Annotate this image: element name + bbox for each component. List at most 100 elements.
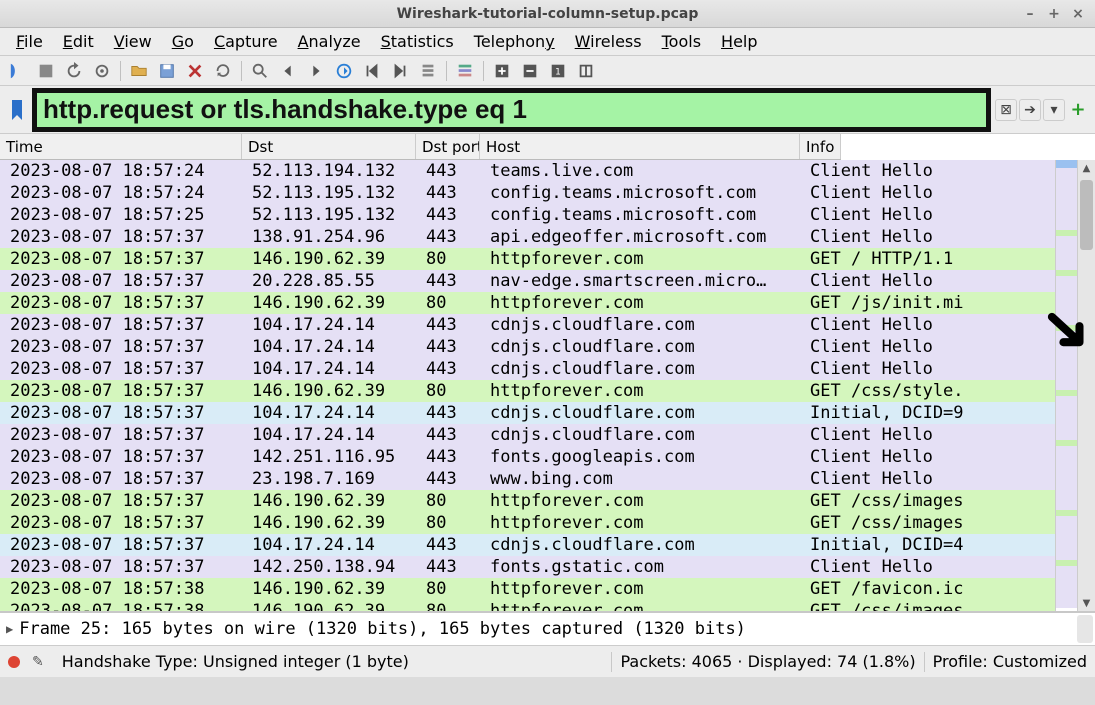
cell-time: 2023-08-07 18:57:37 (0, 512, 242, 534)
table-row[interactable]: 2023-08-07 18:57:37146.190.62.3980httpfo… (0, 380, 1077, 402)
expert-info-icon[interactable] (8, 656, 20, 668)
column-header-host[interactable]: Host (480, 134, 800, 159)
filter-clear-icon[interactable]: ⊠ (995, 99, 1017, 121)
menu-go[interactable]: Go (162, 29, 204, 54)
save-file-icon[interactable] (155, 59, 179, 83)
table-row[interactable]: 2023-08-07 18:57:2452.113.195.132443conf… (0, 182, 1077, 204)
resize-columns-icon[interactable] (574, 59, 598, 83)
filter-bookmark-icon[interactable] (6, 90, 28, 130)
cell-time: 2023-08-07 18:57:37 (0, 402, 242, 424)
zoom-in-icon[interactable] (490, 59, 514, 83)
table-row[interactable]: 2023-08-07 18:57:37104.17.24.14443cdnjs.… (0, 358, 1077, 380)
column-header-port[interactable]: Dst port (416, 134, 480, 159)
scroll-thumb[interactable] (1080, 180, 1093, 250)
find-packet-icon[interactable] (248, 59, 272, 83)
filter-dropdown-icon[interactable]: ▾ (1043, 99, 1065, 121)
cell-info: GET /css/images (800, 490, 1077, 512)
table-row[interactable]: 2023-08-07 18:57:37146.190.62.3980httpfo… (0, 292, 1077, 314)
start-capture-icon[interactable] (6, 59, 30, 83)
table-row[interactable]: 2023-08-07 18:57:37138.91.254.96443api.e… (0, 226, 1077, 248)
menu-analyze[interactable]: Analyze (288, 29, 371, 54)
cell-time: 2023-08-07 18:57:37 (0, 226, 242, 248)
close-button[interactable]: × (1067, 5, 1089, 23)
menu-help[interactable]: Help (711, 29, 767, 54)
capture-options-icon[interactable] (90, 59, 114, 83)
reload-file-icon[interactable] (211, 59, 235, 83)
go-last-icon[interactable] (388, 59, 412, 83)
go-forward-icon[interactable] (304, 59, 328, 83)
minimize-button[interactable]: – (1019, 5, 1041, 23)
table-row[interactable]: 2023-08-07 18:57:37104.17.24.14443cdnjs.… (0, 534, 1077, 556)
table-row[interactable]: 2023-08-07 18:57:38146.190.62.3980httpfo… (0, 600, 1077, 611)
menu-wireless[interactable]: Wireless (565, 29, 652, 54)
menu-tools[interactable]: Tools (652, 29, 711, 54)
cell-dst: 104.17.24.14 (242, 424, 416, 446)
go-back-icon[interactable] (276, 59, 300, 83)
cell-host: config.teams.microsoft.com (480, 204, 800, 226)
close-file-icon[interactable] (183, 59, 207, 83)
scroll-up-icon[interactable]: ▲ (1078, 160, 1095, 176)
menu-view[interactable]: View (104, 29, 162, 54)
stop-capture-icon[interactable] (34, 59, 58, 83)
table-row[interactable]: 2023-08-07 18:57:37146.190.62.3980httpfo… (0, 512, 1077, 534)
menu-file[interactable]: File (6, 29, 53, 54)
filter-add-icon[interactable]: + (1067, 99, 1089, 121)
cell-host: fonts.googleapis.com (480, 446, 800, 468)
menu-telephony[interactable]: Telephony (464, 29, 565, 54)
table-row[interactable]: 2023-08-07 18:57:37104.17.24.14443cdnjs.… (0, 424, 1077, 446)
status-profile[interactable]: Profile: Customized (933, 652, 1087, 671)
display-filter-input[interactable]: http.request or tls.handshake.type eq 1 (32, 88, 991, 132)
packet-list-scrollbar[interactable]: ▲ ▼ (1077, 160, 1095, 611)
cell-dst: 23.198.7.169 (242, 468, 416, 490)
table-row[interactable]: 2023-08-07 18:57:37104.17.24.14443cdnjs.… (0, 336, 1077, 358)
go-to-packet-icon[interactable] (332, 59, 356, 83)
details-scrollbar[interactable] (1077, 615, 1093, 643)
open-file-icon[interactable] (127, 59, 151, 83)
zoom-out-icon[interactable] (518, 59, 542, 83)
cell-info: Client Hello (800, 336, 1077, 358)
table-row[interactable]: 2023-08-07 18:57:37142.250.138.94443font… (0, 556, 1077, 578)
zoom-reset-icon[interactable]: 1 (546, 59, 570, 83)
colorize-icon[interactable] (453, 59, 477, 83)
table-row[interactable]: 2023-08-07 18:57:2552.113.195.132443conf… (0, 204, 1077, 226)
auto-scroll-icon[interactable] (416, 59, 440, 83)
cell-time: 2023-08-07 18:57:37 (0, 424, 242, 446)
menu-capture[interactable]: Capture (204, 29, 288, 54)
cell-info: Initial, DCID=4 (800, 534, 1077, 556)
table-row[interactable]: 2023-08-07 18:57:37146.190.62.3980httpfo… (0, 248, 1077, 270)
table-row[interactable]: 2023-08-07 18:57:37146.190.62.3980httpfo… (0, 490, 1077, 512)
table-row[interactable]: 2023-08-07 18:57:38146.190.62.3980httpfo… (0, 578, 1077, 600)
column-header-time[interactable]: Time (0, 134, 242, 159)
scroll-down-icon[interactable]: ▼ (1078, 595, 1095, 611)
cell-info: Client Hello (800, 270, 1077, 292)
packet-details-pane[interactable]: ▶ Frame 25: 165 bytes on wire (1320 bits… (0, 611, 1095, 645)
table-row[interactable]: 2023-08-07 18:57:3723.198.7.169443www.bi… (0, 468, 1077, 490)
window-title: Wireshark-tutorial-column-setup.pcap (0, 6, 1095, 22)
restart-capture-icon[interactable] (62, 59, 86, 83)
filter-apply-icon[interactable]: ➔ (1019, 99, 1041, 121)
column-header-dst[interactable]: Dst (242, 134, 416, 159)
cell-time: 2023-08-07 18:57:37 (0, 358, 242, 380)
go-first-icon[interactable] (360, 59, 384, 83)
table-row[interactable]: 2023-08-07 18:57:2452.113.194.132443team… (0, 160, 1077, 182)
menu-statistics[interactable]: Statistics (371, 29, 464, 54)
cell-dst: 146.190.62.39 (242, 490, 416, 512)
table-row[interactable]: 2023-08-07 18:57:37142.251.116.95443font… (0, 446, 1077, 468)
cell-info: Client Hello (800, 160, 1077, 182)
cell-info: GET /css/style. (800, 380, 1077, 402)
table-row[interactable]: 2023-08-07 18:57:37104.17.24.14443cdnjs.… (0, 314, 1077, 336)
cell-port: 80 (416, 490, 480, 512)
cell-time: 2023-08-07 18:57:25 (0, 204, 242, 226)
cell-info: Client Hello (800, 424, 1077, 446)
expand-tree-icon[interactable]: ▶ (6, 622, 13, 636)
maximize-button[interactable]: + (1043, 5, 1065, 23)
packet-list-body[interactable]: 2023-08-07 18:57:2452.113.194.132443team… (0, 160, 1077, 611)
menu-edit[interactable]: Edit (53, 29, 104, 54)
cell-info: GET /js/init.mi (800, 292, 1077, 314)
cell-dst: 20.228.85.55 (242, 270, 416, 292)
cell-time: 2023-08-07 18:57:37 (0, 380, 242, 402)
column-header-info[interactable]: Info (800, 134, 841, 159)
table-row[interactable]: 2023-08-07 18:57:3720.228.85.55443nav-ed… (0, 270, 1077, 292)
table-row[interactable]: 2023-08-07 18:57:37104.17.24.14443cdnjs.… (0, 402, 1077, 424)
edit-capture-comment-icon[interactable]: ✎ (32, 654, 44, 670)
